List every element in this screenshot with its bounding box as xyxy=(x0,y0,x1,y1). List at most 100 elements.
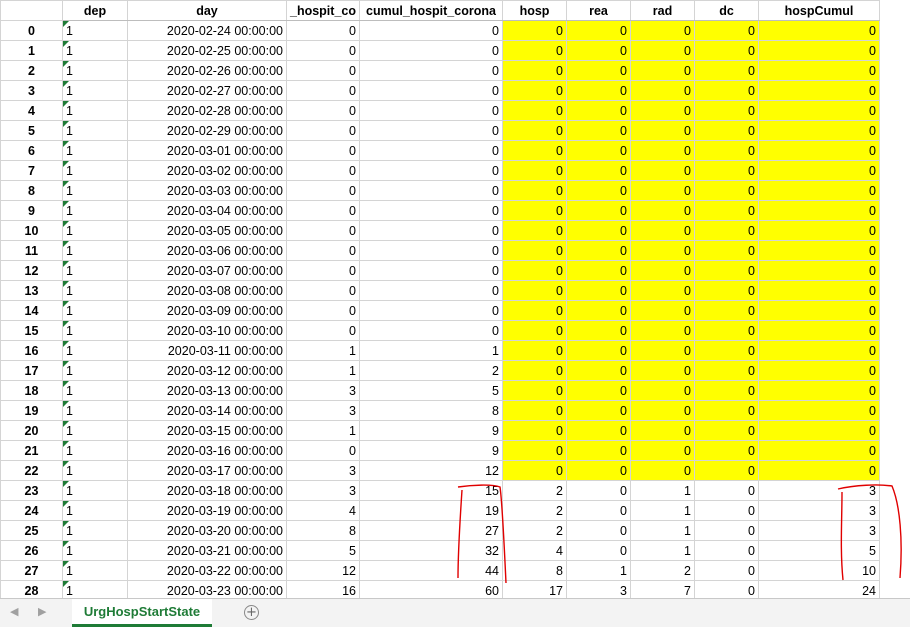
cell-dep[interactable]: 1 xyxy=(62,120,128,141)
cell-day[interactable]: 2020-03-01 00:00:00 xyxy=(127,140,287,161)
cell-hospit-corona[interactable]: 4 xyxy=(286,500,360,521)
scroll-right-icon[interactable]: ▶ xyxy=(38,605,46,618)
column-header-dc[interactable]: dc xyxy=(694,0,759,21)
cell-rad[interactable]: 0 xyxy=(630,380,695,401)
row-header[interactable]: 27 xyxy=(0,560,63,581)
cell-day[interactable]: 2020-03-16 00:00:00 xyxy=(127,440,287,461)
cell-rea[interactable]: 0 xyxy=(566,380,631,401)
cell-hospit-corona[interactable]: 5 xyxy=(286,540,360,561)
cell-dc[interactable]: 0 xyxy=(694,160,759,181)
cell-rad[interactable]: 0 xyxy=(630,220,695,241)
cell-hosp-cumul[interactable]: 0 xyxy=(758,160,880,181)
row-header[interactable]: 16 xyxy=(0,340,63,361)
cell-rad[interactable]: 1 xyxy=(630,480,695,501)
cell-hosp-cumul[interactable]: 0 xyxy=(758,380,880,401)
cell-hosp[interactable]: 0 xyxy=(502,200,567,221)
cell-hosp-cumul[interactable]: 5 xyxy=(758,540,880,561)
row-header[interactable]: 10 xyxy=(0,220,63,241)
cell-rea[interactable]: 0 xyxy=(566,20,631,41)
cell-hosp-cumul[interactable]: 0 xyxy=(758,400,880,421)
row-header[interactable]: 18 xyxy=(0,380,63,401)
cell-dep[interactable]: 1 xyxy=(62,80,128,101)
cell-dc[interactable]: 0 xyxy=(694,20,759,41)
cell-hosp-cumul[interactable]: 3 xyxy=(758,520,880,541)
cell-hosp-cumul[interactable]: 0 xyxy=(758,80,880,101)
cell-hosp-cumul[interactable]: 0 xyxy=(758,260,880,281)
cell-dc[interactable]: 0 xyxy=(694,340,759,361)
cell-hospit-corona[interactable]: 3 xyxy=(286,480,360,501)
cell-rea[interactable]: 0 xyxy=(566,180,631,201)
cell-dc[interactable]: 0 xyxy=(694,140,759,161)
cell-rad[interactable]: 0 xyxy=(630,340,695,361)
cell-dep[interactable]: 1 xyxy=(62,40,128,61)
cell-day[interactable]: 2020-03-21 00:00:00 xyxy=(127,540,287,561)
cell-rad[interactable]: 2 xyxy=(630,560,695,581)
cell-dc[interactable]: 0 xyxy=(694,500,759,521)
cell-rea[interactable]: 0 xyxy=(566,280,631,301)
cell-hosp[interactable]: 0 xyxy=(502,420,567,441)
cell-cumul-hospit-corona[interactable]: 8 xyxy=(359,400,503,421)
cell-cumul-hospit-corona[interactable]: 0 xyxy=(359,100,503,121)
cell-hospit-corona[interactable]: 3 xyxy=(286,400,360,421)
row-header[interactable]: 21 xyxy=(0,440,63,461)
cell-day[interactable]: 2020-03-23 00:00:00 xyxy=(127,580,287,598)
cell-hosp[interactable]: 0 xyxy=(502,160,567,181)
cell-hosp[interactable]: 0 xyxy=(502,20,567,41)
cell-hosp-cumul[interactable]: 0 xyxy=(758,360,880,381)
cell-rad[interactable]: 0 xyxy=(630,200,695,221)
cell-hosp-cumul[interactable]: 0 xyxy=(758,20,880,41)
cell-dep[interactable]: 1 xyxy=(62,540,128,561)
cell-hosp-cumul[interactable]: 0 xyxy=(758,340,880,361)
cell-rea[interactable]: 0 xyxy=(566,200,631,221)
cell-dc[interactable]: 0 xyxy=(694,560,759,581)
cell-hosp[interactable]: 0 xyxy=(502,400,567,421)
column-header-hospit-co[interactable]: _hospit_co xyxy=(286,0,360,21)
cell-hosp[interactable]: 0 xyxy=(502,360,567,381)
cell-day[interactable]: 2020-03-11 00:00:00 xyxy=(127,340,287,361)
cell-cumul-hospit-corona[interactable]: 9 xyxy=(359,440,503,461)
cell-hospit-corona[interactable]: 0 xyxy=(286,240,360,261)
cell-dep[interactable]: 1 xyxy=(62,460,128,481)
row-header[interactable]: 22 xyxy=(0,460,63,481)
cell-hosp[interactable]: 0 xyxy=(502,300,567,321)
cell-day[interactable]: 2020-03-03 00:00:00 xyxy=(127,180,287,201)
cell-day[interactable]: 2020-03-07 00:00:00 xyxy=(127,260,287,281)
row-header[interactable]: 25 xyxy=(0,520,63,541)
cell-rad[interactable]: 0 xyxy=(630,100,695,121)
cell-hospit-corona[interactable]: 8 xyxy=(286,520,360,541)
cell-rea[interactable]: 0 xyxy=(566,440,631,461)
row-header[interactable]: 17 xyxy=(0,360,63,381)
cell-dep[interactable]: 1 xyxy=(62,500,128,521)
cell-dep[interactable]: 1 xyxy=(62,480,128,501)
cell-day[interactable]: 2020-03-18 00:00:00 xyxy=(127,480,287,501)
cell-dc[interactable]: 0 xyxy=(694,580,759,598)
cell-hospit-corona[interactable]: 0 xyxy=(286,260,360,281)
row-header[interactable]: 8 xyxy=(0,180,63,201)
cell-dc[interactable]: 0 xyxy=(694,100,759,121)
cell-cumul-hospit-corona[interactable]: 60 xyxy=(359,580,503,598)
cell-hosp-cumul[interactable]: 0 xyxy=(758,320,880,341)
cell-rea[interactable]: 0 xyxy=(566,360,631,381)
cell-day[interactable]: 2020-03-06 00:00:00 xyxy=(127,240,287,261)
cell-cumul-hospit-corona[interactable]: 15 xyxy=(359,480,503,501)
cell-cumul-hospit-corona[interactable]: 0 xyxy=(359,140,503,161)
column-header-rad[interactable]: rad xyxy=(630,0,695,21)
cell-rad[interactable]: 1 xyxy=(630,500,695,521)
cell-cumul-hospit-corona[interactable]: 19 xyxy=(359,500,503,521)
cell-hosp[interactable]: 0 xyxy=(502,460,567,481)
cell-cumul-hospit-corona[interactable]: 32 xyxy=(359,540,503,561)
cell-cumul-hospit-corona[interactable]: 0 xyxy=(359,240,503,261)
cell-cumul-hospit-corona[interactable]: 44 xyxy=(359,560,503,581)
cell-hosp-cumul[interactable]: 0 xyxy=(758,460,880,481)
cell-rea[interactable]: 0 xyxy=(566,120,631,141)
cell-dc[interactable]: 0 xyxy=(694,260,759,281)
row-header[interactable]: 13 xyxy=(0,280,63,301)
cell-hosp-cumul[interactable]: 0 xyxy=(758,180,880,201)
cell-day[interactable]: 2020-03-19 00:00:00 xyxy=(127,500,287,521)
cell-dc[interactable]: 0 xyxy=(694,120,759,141)
cell-hosp-cumul[interactable]: 3 xyxy=(758,500,880,521)
cell-dc[interactable]: 0 xyxy=(694,380,759,401)
cell-dc[interactable]: 0 xyxy=(694,540,759,561)
cell-rad[interactable]: 0 xyxy=(630,420,695,441)
row-header[interactable]: 24 xyxy=(0,500,63,521)
